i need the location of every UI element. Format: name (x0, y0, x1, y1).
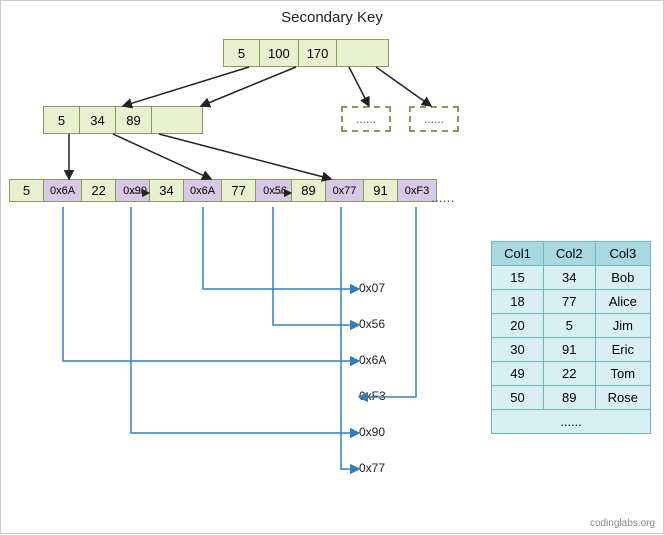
level1-node-0: 5 34 89 (43, 106, 203, 134)
hex-label-4: 0x90 (359, 425, 385, 439)
leaf2-ptr0: 0x77 (326, 180, 364, 201)
root-cell-1: 100 (260, 40, 299, 66)
table-cell-3-2: Eric (595, 338, 650, 362)
page-title: Secondary Key (1, 1, 663, 26)
table-cell-0-2: Bob (595, 266, 650, 290)
hex-label-2: 0x6A (359, 353, 386, 367)
leaf1-key1: 77 (222, 180, 256, 201)
level1-dashed-1: ...... (341, 106, 391, 132)
watermark: codinglabs.org (590, 518, 655, 529)
table-ellipsis: ...... (492, 410, 651, 434)
table-row: 1534Bob (492, 266, 651, 290)
table-cell-4-1: 22 (543, 362, 595, 386)
table-cell-2-2: Jim (595, 314, 650, 338)
level1-dashed-2: ...... (409, 106, 459, 132)
table-cell-3-0: 30 (492, 338, 544, 362)
dashed-ellipsis-1: ...... (356, 112, 376, 126)
col-header-0: Col1 (492, 242, 544, 266)
root-cell-3 (337, 40, 367, 66)
hex-label-0: 0x07 (359, 281, 385, 295)
leaf-node-0: 5 0x6A 22 0x90 (9, 179, 155, 202)
table-row: 4922Tom (492, 362, 651, 386)
table-row: 5089Rose (492, 386, 651, 410)
table-ellipsis-row: ...... (492, 410, 651, 434)
table-cell-5-0: 50 (492, 386, 544, 410)
table-cell-5-2: Rose (595, 386, 650, 410)
leaf2-key0: 89 (292, 180, 326, 201)
col-header-1: Col2 (543, 242, 595, 266)
table-row: 205Jim (492, 314, 651, 338)
leaf-node-2: 89 0x77 91 0xF3 (291, 179, 437, 202)
col-header-2: Col3 (595, 242, 650, 266)
hex-label-3: 0xF3 (359, 389, 386, 403)
table-cell-3-1: 91 (543, 338, 595, 362)
leaf0-ptr0: 0x6A (44, 180, 82, 201)
table-cell-4-2: Tom (595, 362, 650, 386)
table-cell-1-0: 18 (492, 290, 544, 314)
leaf0-key1: 22 (82, 180, 116, 201)
leaf1-key0: 34 (150, 180, 184, 201)
l1-cell-0: 5 (44, 107, 80, 133)
leaf0-key0: 5 (10, 180, 44, 201)
root-cell-2: 170 (299, 40, 338, 66)
root-cell-0: 5 (224, 40, 260, 66)
l1-cell-2: 89 (116, 107, 152, 133)
leaf-node-1: 34 0x6A 77 0x56 (149, 179, 295, 202)
table-cell-1-1: 77 (543, 290, 595, 314)
leaf2-key1: 91 (364, 180, 398, 201)
leaf1-ptr1: 0x56 (256, 180, 294, 201)
l1-cell-1: 34 (80, 107, 116, 133)
l1-cell-3 (152, 107, 182, 133)
leaf-ellipsis: ...... (431, 189, 454, 205)
data-table: Col1 Col2 Col3 1534Bob1877Alice205Jim309… (491, 241, 651, 434)
leaf1-ptr0: 0x6A (184, 180, 222, 201)
dashed-ellipsis-2: ...... (424, 112, 444, 126)
table-cell-2-0: 20 (492, 314, 544, 338)
table-cell-2-1: 5 (543, 314, 595, 338)
table-cell-4-0: 49 (492, 362, 544, 386)
root-node: 5 100 170 (223, 39, 389, 67)
table-row: 3091Eric (492, 338, 651, 362)
table-cell-0-0: 15 (492, 266, 544, 290)
hex-label-5: 0x77 (359, 461, 385, 475)
table-row: 1877Alice (492, 290, 651, 314)
table-cell-1-2: Alice (595, 290, 650, 314)
table-cell-0-1: 34 (543, 266, 595, 290)
hex-label-1: 0x56 (359, 317, 385, 331)
table-cell-5-1: 89 (543, 386, 595, 410)
